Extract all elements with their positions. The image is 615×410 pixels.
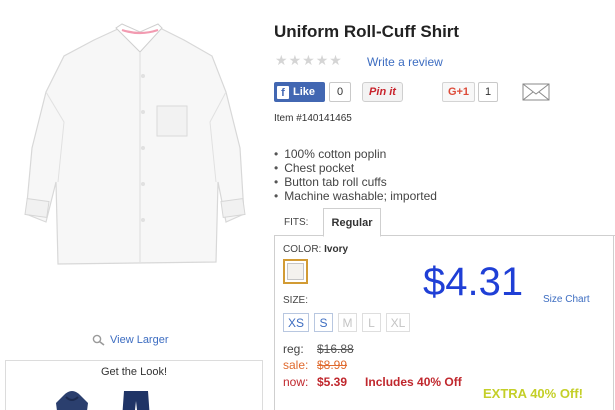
size-label: SIZE: — [283, 295, 309, 306]
feature-list: • 100% cotton poplin • Chest pocket • Butto… — [274, 147, 437, 203]
size-option-m[interactable]: M — [338, 313, 357, 332]
product-title: Uniform Roll-Cuff Shirt — [274, 22, 460, 41]
size-chart-link[interactable]: Size Chart — [543, 294, 590, 305]
sale-label: sale: — [283, 358, 309, 372]
star-icon: ★ — [275, 52, 288, 68]
discount-note: Includes 40% Off — [365, 375, 462, 389]
google-plus-count: 1 — [478, 82, 498, 102]
color-swatch-ivory[interactable] — [283, 259, 308, 284]
view-larger-link[interactable]: View Larger — [92, 334, 169, 346]
size-options: XS S M L XL — [283, 313, 410, 332]
star-icon: ★ — [329, 52, 342, 68]
size-option-xl[interactable]: XL — [386, 313, 410, 332]
feature-item: • Machine washable; imported — [274, 189, 437, 203]
fits-tabs: FITS: Regular — [274, 206, 615, 237]
pinterest-pin-button[interactable]: Pin it — [362, 82, 403, 102]
hoodie-thumbnail[interactable] — [52, 389, 92, 410]
view-larger-label: View Larger — [110, 334, 169, 346]
now-label: now: — [283, 375, 309, 389]
facebook-icon: f — [277, 85, 289, 99]
magnifier-icon — [92, 334, 105, 346]
selected-color-name: Ivory — [324, 244, 349, 255]
size-option-l[interactable]: L — [362, 313, 381, 332]
extra-off-promo: EXTRA 40% Off! — [483, 386, 583, 401]
options-panel: COLOR: Ivory $4.31 Size Chart SIZE: XS S… — [274, 235, 614, 410]
get-the-look-title: Get the Look! — [100, 366, 168, 378]
product-image-area — [0, 0, 268, 330]
feature-item: • Chest pocket — [274, 161, 355, 175]
regular-price: $16.88 — [317, 342, 354, 356]
price-display: $4.31 — [423, 260, 524, 304]
facebook-like-label: Like — [293, 86, 316, 98]
tab-regular[interactable]: Regular — [323, 208, 381, 237]
feature-item: • Button tab roll cuffs — [274, 175, 387, 189]
pants-thumbnail[interactable] — [120, 389, 152, 410]
star-icon: ★ — [315, 52, 329, 68]
size-option-xs[interactable]: XS — [283, 313, 309, 332]
get-the-look-panel: Get the Look! — [5, 360, 263, 410]
star-icon: ★ — [302, 52, 315, 68]
rating-stars: ★ ★ ★ ★ ★ — [275, 53, 342, 67]
google-plus-button[interactable]: G+1 — [442, 82, 475, 102]
size-option-s[interactable]: S — [314, 313, 333, 332]
product-image[interactable] — [12, 22, 257, 272]
regular-price-row: reg: $16.88 — [283, 342, 354, 356]
fits-label: FITS: — [284, 217, 309, 228]
reg-label: reg: — [283, 342, 304, 356]
now-price-row: now: $5.39 Includes 40% Off — [283, 375, 462, 389]
now-price: $5.39 — [317, 375, 348, 389]
sale-price-row: sale: $8.99 — [283, 358, 347, 372]
facebook-like-count: 0 — [329, 82, 351, 102]
color-label: COLOR: Ivory — [283, 244, 349, 255]
item-number: Item #140141465 — [274, 113, 352, 124]
sale-price: $8.99 — [317, 358, 348, 372]
write-review-link[interactable]: Write a review — [367, 55, 443, 69]
feature-item: • 100% cotton poplin — [274, 147, 387, 161]
facebook-like-button[interactable]: f Like — [274, 82, 325, 102]
envelope-icon[interactable] — [522, 83, 550, 101]
star-icon: ★ — [288, 52, 302, 68]
